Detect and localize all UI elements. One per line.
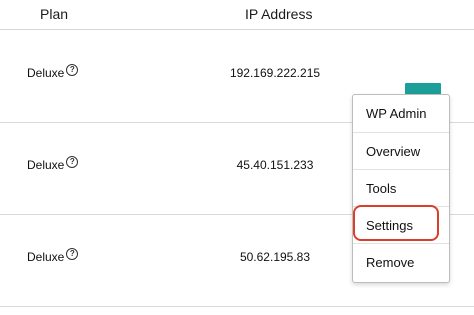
menu-item-wp-admin[interactable]: WP Admin bbox=[353, 95, 449, 132]
menu-item-overview[interactable]: Overview bbox=[353, 132, 449, 169]
ip-address-cell: 192.169.222.215 bbox=[229, 66, 321, 80]
settings-highlight-outline bbox=[353, 205, 439, 241]
column-header-ip-address: IP Address bbox=[245, 6, 313, 22]
table-header: Plan IP Address bbox=[0, 0, 474, 30]
menu-item-tools[interactable]: Tools bbox=[353, 169, 449, 206]
column-header-plan: Plan bbox=[40, 6, 69, 22]
menu-item-remove[interactable]: Remove bbox=[353, 243, 449, 280]
actions-dropdown-menu: WP Admin Overview Tools Settings Remove bbox=[352, 94, 450, 283]
